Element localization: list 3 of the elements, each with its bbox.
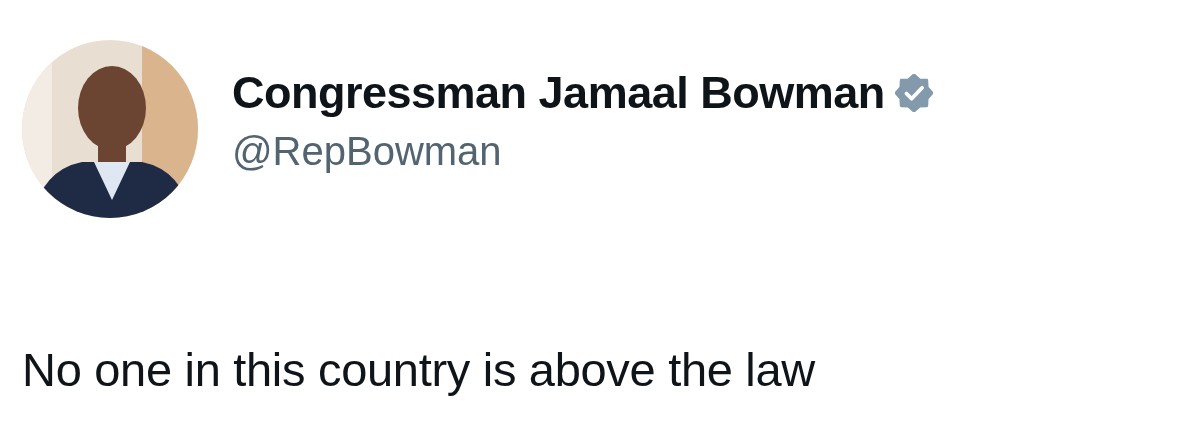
author-name[interactable]: Congressman Jamaal Bowman <box>232 66 885 119</box>
author-handle[interactable]: @RepBowman <box>232 128 933 174</box>
tweet-text: No one in this country is above the law <box>22 344 817 396</box>
